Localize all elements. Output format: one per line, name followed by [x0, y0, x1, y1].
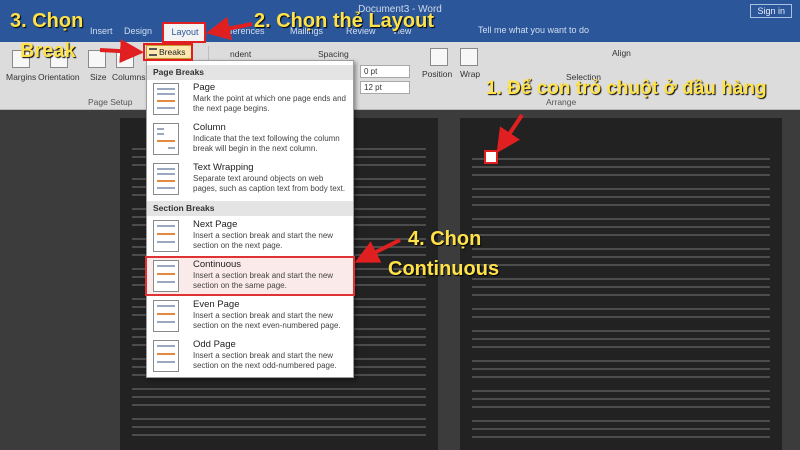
menu-item-text-wrapping[interactable]: Text Wrapping Separate text around objec… — [147, 161, 353, 201]
tab-insert[interactable]: Insert — [90, 26, 113, 36]
annotation-step1: 1. Để con trỏ chuột ở đầu hàng — [486, 78, 767, 99]
tell-me-box[interactable]: Tell me what you want to do — [478, 25, 589, 35]
menu-item-description: Insert a section break and start the new… — [193, 311, 341, 330]
spacing-label: Spacing — [318, 49, 349, 59]
spacing-after-field[interactable]: 12 pt — [360, 81, 410, 94]
menu-item-title: Next Page — [193, 219, 238, 230]
even-page-break-icon — [153, 300, 179, 332]
size-icon[interactable] — [88, 50, 106, 68]
menu-item-title: Continuous — [193, 259, 242, 270]
menu-item-description: Insert a section break and start the new… — [193, 351, 337, 370]
cursor-position-marker — [484, 150, 498, 164]
menu-item-title: Page — [193, 82, 216, 93]
breaks-dropdown-menu: Page Breaks Page Mark the point at which… — [145, 60, 355, 378]
page-setup-group-label: Page Setup — [88, 97, 133, 107]
odd-page-break-icon — [153, 340, 179, 372]
menu-item-next-page[interactable]: Next Page Insert a section break and sta… — [147, 218, 353, 256]
next-page-break-icon — [153, 220, 179, 252]
column-break-icon — [153, 123, 179, 155]
align-button[interactable]: Align — [612, 48, 631, 58]
page-break-icon — [153, 83, 179, 115]
annotation-step2: 2. Chọn thẻ Layout — [254, 10, 434, 32]
breaks-button-highlight — [143, 43, 193, 61]
orientation-button[interactable]: Orientation — [38, 72, 80, 82]
menu-item-odd-page[interactable]: Odd Page Insert a section break and star… — [147, 338, 353, 376]
menu-item-description: Mark the point at which one page ends an… — [193, 94, 346, 113]
text-wrapping-icon — [153, 163, 179, 195]
tab-design[interactable]: Design — [124, 26, 152, 36]
margins-button[interactable]: Margins — [6, 72, 36, 82]
layout-tab-highlight — [162, 22, 206, 43]
annotation-step3-line2: Break — [20, 40, 76, 62]
menu-item-title: Even Page — [193, 299, 240, 310]
sign-in-button[interactable]: Sign in — [750, 4, 792, 18]
position-button[interactable]: Position — [422, 69, 452, 79]
section-breaks-header: Section Breaks — [147, 201, 353, 216]
position-icon[interactable] — [430, 48, 448, 66]
annotation-step4-line1: 4. Chọn — [408, 228, 482, 250]
menu-item-column-break[interactable]: Column Indicate that the text following … — [147, 121, 353, 159]
menu-item-title: Text Wrapping — [193, 162, 254, 173]
columns-icon[interactable] — [116, 50, 134, 68]
continuous-break-icon — [153, 260, 179, 292]
indent-label: ndent — [230, 49, 252, 59]
menu-item-description: Insert a section break and start the new… — [193, 231, 334, 250]
menu-item-page-break[interactable]: Page Mark the point at which one page en… — [147, 81, 353, 119]
annotation-step3-line1: 3. Chọn — [10, 10, 84, 32]
size-button[interactable]: Size — [90, 72, 107, 82]
menu-item-description: Insert a section break and start the new… — [193, 271, 334, 290]
page-breaks-header: Page Breaks — [147, 65, 353, 80]
menu-item-description: Separate text around objects on web page… — [193, 174, 346, 193]
menu-item-description: Indicate that the text following the col… — [193, 134, 340, 153]
menu-item-even-page[interactable]: Even Page Insert a section break and sta… — [147, 298, 353, 336]
columns-button[interactable]: Columns — [112, 72, 146, 82]
menu-item-continuous[interactable]: Continuous Insert a section break and st… — [145, 256, 355, 296]
wrap-text-button[interactable]: Wrap — [460, 69, 480, 79]
document-page-right[interactable] — [460, 118, 782, 450]
wrap-text-icon[interactable] — [460, 48, 478, 66]
annotation-step4-line2: Continuous — [388, 258, 500, 280]
spacing-before-field[interactable]: 0 pt — [360, 65, 410, 78]
menu-item-title: Odd Page — [193, 339, 236, 350]
menu-item-title: Column — [193, 122, 226, 133]
